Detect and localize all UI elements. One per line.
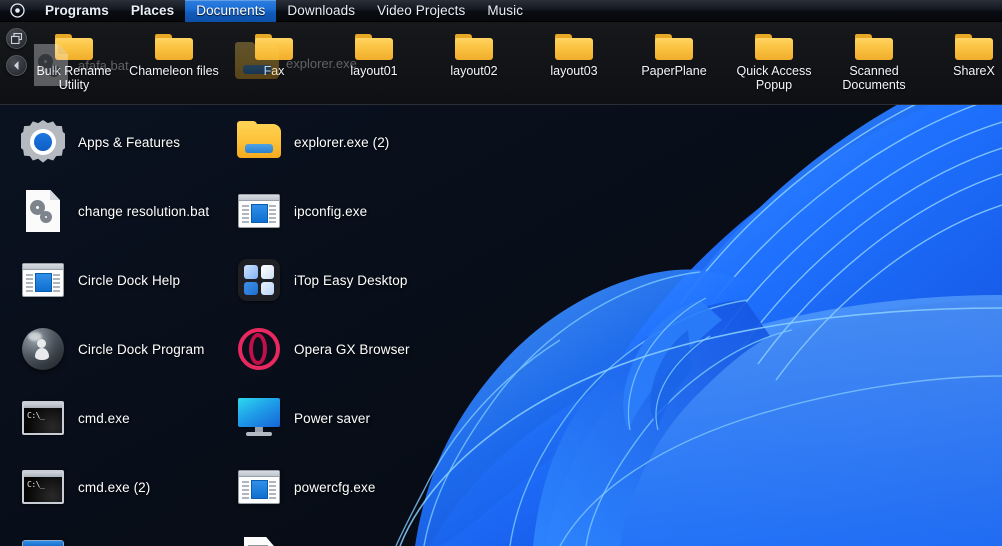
menu-item-programs[interactable]: Programs xyxy=(34,0,120,22)
menu-item-music[interactable]: Music xyxy=(476,0,534,22)
desktop-item-ipconfig-exe[interactable]: ipconfig.exe xyxy=(236,179,367,243)
desktop-item-explorer-exe-2[interactable]: explorer.exe (2) xyxy=(236,110,389,174)
tray-folder-list: Bulk Rename Utility Chameleon files Fax … xyxy=(24,22,1002,105)
tray-item-quick-access-popup[interactable]: Quick Access Popup xyxy=(724,22,824,92)
folder-icon xyxy=(555,30,593,60)
desktop-item-powercfg-exe[interactable]: powercfg.exe xyxy=(236,455,376,519)
drag-ghost-label: afafa.bat xyxy=(78,57,129,73)
folder-tray-panel: Bulk Rename Utility Chameleon files Fax … xyxy=(0,22,1002,105)
desktop-item-itop-easy-desktop[interactable]: iTop Easy Desktop xyxy=(236,248,408,312)
folder-icon xyxy=(955,30,993,60)
help-window-icon xyxy=(20,257,66,303)
desktop-item-label: powercfg.exe xyxy=(294,479,376,495)
desktop-item-opera-gx-browser[interactable]: Opera GX Browser xyxy=(236,317,410,381)
tray-item-scanned-documents[interactable]: Scanned Documents xyxy=(824,22,924,92)
folder-icon xyxy=(155,30,193,60)
desktop-item-label: Circle Dock Help xyxy=(78,272,181,288)
tray-item-sharex[interactable]: ShareX xyxy=(924,22,1002,78)
desktop-item-label: cmd.exe xyxy=(78,410,130,426)
desktop-item-circle-dock-help[interactable]: Circle Dock Help xyxy=(20,248,180,312)
folder-icon xyxy=(455,30,493,60)
desktop-item-control-panel-partial[interactable] xyxy=(20,524,78,546)
folder-icon xyxy=(855,30,893,60)
bat-file-icon xyxy=(20,188,66,234)
tray-item-label: Scanned Documents xyxy=(842,64,906,92)
folder-icon xyxy=(655,30,693,60)
desktop-item-label: Opera GX Browser xyxy=(294,341,410,357)
top-menubar: Programs Places Documents Downloads Vide… xyxy=(0,0,1002,22)
control-panel-icon xyxy=(20,533,66,546)
tray-item-label: PaperPlane xyxy=(641,64,707,78)
drag-ghost-label: explorer.exe xyxy=(286,55,357,71)
menu-item-downloads[interactable]: Downloads xyxy=(276,0,366,22)
desktop-item-label: Apps & Features xyxy=(78,134,181,150)
desktop-item-label: explorer.exe (2) xyxy=(294,134,390,150)
desktop-item-label: iTop Easy Desktop xyxy=(294,272,408,288)
command-prompt-icon: C:\_ xyxy=(20,395,66,441)
itop-easy-desktop-icon xyxy=(236,257,282,303)
drag-ghost-explorer-exe[interactable]: explorer.exe xyxy=(234,40,357,86)
menu-item-places[interactable]: Places xyxy=(120,0,185,22)
help-window-icon xyxy=(236,464,282,510)
menu-item-documents[interactable]: Documents xyxy=(185,0,277,22)
circle-dock-orb-icon xyxy=(20,326,66,372)
explorer-folder-icon xyxy=(235,42,279,81)
desktop-item-apps-and-features[interactable]: Apps & Features xyxy=(20,110,180,174)
folder-icon xyxy=(355,30,393,60)
tray-item-label: layout03 xyxy=(550,64,598,78)
drag-ghost-afafa-bat[interactable]: afafa.bat xyxy=(32,42,129,88)
explorer-folder-icon xyxy=(236,119,282,165)
desktop-item-label: cmd.exe (2) xyxy=(78,479,151,495)
folder-icon xyxy=(755,30,793,60)
desktop-item-label: change resolution.bat xyxy=(78,203,210,219)
tray-item-label: layout02 xyxy=(450,64,498,78)
gear-settings-icon xyxy=(20,119,66,165)
opera-gx-icon xyxy=(236,326,282,372)
circle-target-icon[interactable] xyxy=(0,0,34,22)
desktop-icon-grid: Apps & Features change resolution.bat Ci… xyxy=(0,105,1002,546)
desktop-item-label: ipconfig.exe xyxy=(294,203,368,219)
desktop-item-cmd-exe-2[interactable]: C:\_ cmd.exe (2) xyxy=(20,455,150,519)
tray-item-label: Quick Access Popup xyxy=(736,64,812,92)
tray-item-layout02[interactable]: layout02 xyxy=(424,22,524,78)
desktop-item-power-saver[interactable]: Power saver xyxy=(236,386,370,450)
tray-item-label: ShareX xyxy=(953,64,995,78)
bat-file-icon xyxy=(34,44,68,86)
monitor-icon xyxy=(236,395,282,441)
desktop-item-change-resolution-bat[interactable]: change resolution.bat xyxy=(20,179,209,243)
desktop-item-circle-dock-program[interactable]: Circle Dock Program xyxy=(20,317,204,381)
command-prompt-icon: C:\_ xyxy=(20,464,66,510)
menu-item-video-projects[interactable]: Video Projects xyxy=(366,0,476,22)
desktop-item-label: Power saver xyxy=(294,410,371,426)
tray-item-paperplane[interactable]: PaperPlane xyxy=(624,22,724,78)
desktop-item-cmd-exe[interactable]: C:\_ cmd.exe xyxy=(20,386,130,450)
tray-item-chameleon-files[interactable]: Chameleon files xyxy=(124,22,224,78)
tray-item-layout03[interactable]: layout03 xyxy=(524,22,624,78)
desktop-item-label: Circle Dock Program xyxy=(78,341,205,357)
help-window-icon xyxy=(236,188,282,234)
desktop-item-document-partial[interactable] xyxy=(236,524,294,546)
tray-item-label: Chameleon files xyxy=(129,64,219,78)
document-icon xyxy=(236,533,282,546)
